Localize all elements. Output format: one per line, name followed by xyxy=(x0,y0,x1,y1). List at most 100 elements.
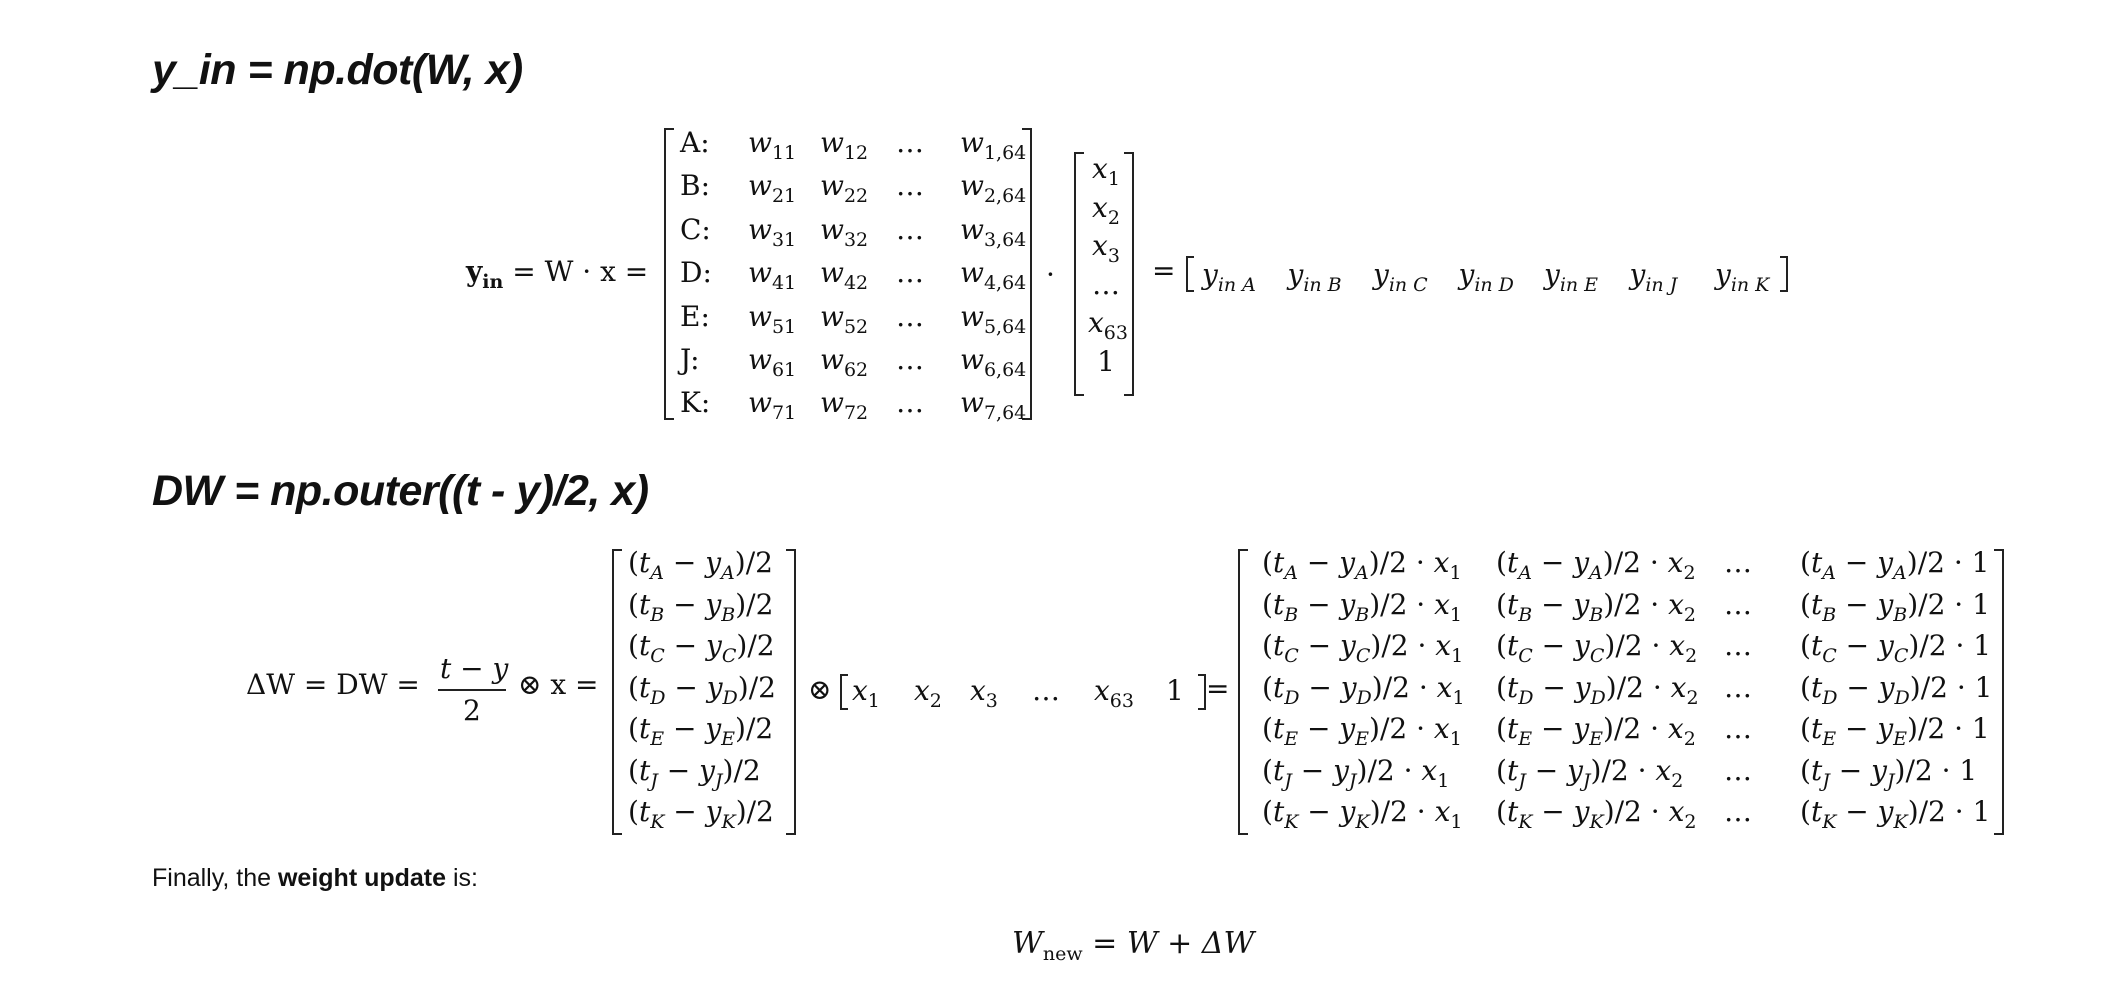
col-vector-left-bracket xyxy=(612,549,622,835)
heading-outer-product: DW = np.outer((t - y)/2, x) xyxy=(152,467,649,515)
matrix-row-label: K: xyxy=(680,386,711,420)
result-matrix-cell: (tK − yK)/2 · x2 xyxy=(1496,795,1697,833)
result-matrix-cell: (tK − yK)/2 · 1 xyxy=(1800,795,1991,833)
result-matrix-cell: (tJ − yJ)/2 · x2 xyxy=(1496,753,1684,792)
matrix-row-label: E: xyxy=(680,299,710,333)
paragraph-before: Finally, the xyxy=(152,864,278,892)
matrix-row-label: A: xyxy=(680,126,710,159)
lhs-y: y xyxy=(466,255,483,288)
final-rest: = W + ΔW xyxy=(1092,926,1255,961)
matrix-cell: w32 xyxy=(820,212,869,251)
fraction-denominator: 2 xyxy=(463,694,481,727)
col-vector-entry: (tD − yD)/2 xyxy=(628,670,776,709)
result-matrix-cell: … xyxy=(1724,587,1752,621)
result-matrix-cell: … xyxy=(1724,795,1752,828)
matrix-cell: … xyxy=(896,256,924,290)
paragraph-after: is: xyxy=(446,864,478,892)
vector-x-entry: 1 xyxy=(1097,344,1115,378)
result-matrix-cell: (tE − yE)/2 · x1 xyxy=(1262,712,1462,750)
matrix-cell: … xyxy=(896,299,924,333)
col-vector-entry: (tC − yC)/2 xyxy=(628,629,775,667)
matrix-cell: … xyxy=(896,212,924,246)
vector-x-left-bracket xyxy=(1074,152,1084,396)
eq1-lhs: yin = W · x = xyxy=(466,255,649,292)
vector-y-entry: yin J xyxy=(1629,258,1678,296)
matrix-cell: w61 xyxy=(748,343,797,381)
matrix-cell: … xyxy=(896,343,924,376)
vector-x-entry: x1 xyxy=(1092,152,1120,190)
row-vector-entry: x2 xyxy=(914,674,942,712)
result-matrix-cell: (tA − yA)/2 · x2 xyxy=(1496,546,1696,584)
col-vector-entry: (tE − yE)/2 xyxy=(628,712,774,750)
result-matrix-cell: (tE − yE)/2 · 1 xyxy=(1800,712,1990,750)
vector-y-entry: yin D xyxy=(1458,258,1514,296)
result-matrix-cell: … xyxy=(1724,546,1752,579)
vector-y-entry: yin A xyxy=(1202,258,1256,296)
matrix-cell: w72 xyxy=(820,386,869,425)
matrix-row-label: D: xyxy=(680,256,712,290)
result-matrix-cell: (tJ − yJ)/2 · x1 xyxy=(1262,753,1450,792)
vector-x-entry: x63 xyxy=(1088,306,1128,344)
matrix-cell: w41 xyxy=(748,256,797,295)
result-matrix-left-bracket xyxy=(1238,549,1248,835)
matrix-cell: w51 xyxy=(748,299,797,338)
matrix-cell: w71 xyxy=(748,386,797,425)
vector-y-entry: yin E xyxy=(1544,258,1599,296)
final-sub: new xyxy=(1042,943,1083,965)
matrix-cell: … xyxy=(896,126,924,159)
heading-dot-product: y_in = np.dot(W, x) xyxy=(152,46,523,94)
matrix-cell: w4,64 xyxy=(960,256,1027,295)
matrix-cell: w1,64 xyxy=(960,126,1027,164)
row-vector-entry: x63 xyxy=(1094,674,1134,712)
lhs-sub: in xyxy=(482,271,504,293)
paragraph-bold: weight update xyxy=(277,864,447,892)
result-matrix-cell: (tA − yA)/2 · 1 xyxy=(1800,546,1990,584)
result-matrix-cell: (tK − yK)/2 · x1 xyxy=(1262,795,1463,833)
matrix-row-label: J: xyxy=(680,343,700,376)
result-matrix-cell: (tJ − yJ)/2 · 1 xyxy=(1800,753,1978,792)
matrix-cell: w2,64 xyxy=(960,169,1027,208)
matrix-cell: w3,64 xyxy=(960,212,1027,251)
matrix-cell: w11 xyxy=(748,126,797,164)
matrix-cell: … xyxy=(896,169,924,203)
final-w: W xyxy=(1012,926,1043,961)
vector-x-right-bracket xyxy=(1124,152,1134,396)
matrix-w-left-bracket xyxy=(664,128,674,420)
row-vector-entry: x1 xyxy=(852,674,880,712)
vector-x-entry: x3 xyxy=(1092,229,1120,267)
matrix-cell: w62 xyxy=(820,343,869,381)
matrix-cell: … xyxy=(896,386,924,420)
matrix-cell: w22 xyxy=(820,169,869,208)
matrix-cell: w7,64 xyxy=(960,386,1027,425)
col-vector-entry: (tB − yB)/2 xyxy=(628,587,774,626)
col-vector-right-bracket xyxy=(786,549,796,835)
eq1-equals: = xyxy=(1152,254,1176,287)
matrix-cell: w42 xyxy=(820,256,869,295)
result-matrix-cell: (tE − yE)/2 · x2 xyxy=(1496,712,1696,750)
result-matrix-cell: (tB − yB)/2 · x2 xyxy=(1496,587,1696,626)
result-matrix-cell: … xyxy=(1724,629,1752,662)
lhs-rest: = W · x = xyxy=(512,255,649,288)
fraction-bar xyxy=(438,689,506,691)
result-matrix-cell: (tA − yA)/2 · x1 xyxy=(1262,546,1462,584)
row-vector-entry: … xyxy=(1032,674,1060,707)
vector-y-left-bracket xyxy=(1186,256,1194,292)
matrix-cell: w5,64 xyxy=(960,299,1027,338)
result-matrix-cell: (tD − yD)/2 · 1 xyxy=(1800,670,1993,709)
eq2-lhs: ΔW = DW = xyxy=(246,668,420,701)
result-matrix-cell: (tC − yC)/2 · x1 xyxy=(1262,629,1464,667)
matrix-row-label: B: xyxy=(680,169,711,203)
matrix-cell: w21 xyxy=(748,169,797,208)
eq2-equals: = xyxy=(1206,672,1230,705)
eq2-otimes: ⊗ xyxy=(808,673,832,706)
result-matrix-right-bracket xyxy=(1994,549,2004,835)
row-vector-right-bracket xyxy=(1198,674,1206,710)
vector-y-entry: yin B xyxy=(1287,258,1342,296)
vector-y-entry: yin K xyxy=(1715,258,1770,296)
row-vector-entry: x3 xyxy=(970,674,998,712)
result-matrix-cell: … xyxy=(1724,712,1752,745)
matrix-row-label: C: xyxy=(680,212,711,246)
vector-x-entry: … xyxy=(1092,267,1120,301)
row-vector-entry: 1 xyxy=(1166,674,1184,707)
final-equation: Wnew = W + ΔW xyxy=(1012,926,1255,964)
